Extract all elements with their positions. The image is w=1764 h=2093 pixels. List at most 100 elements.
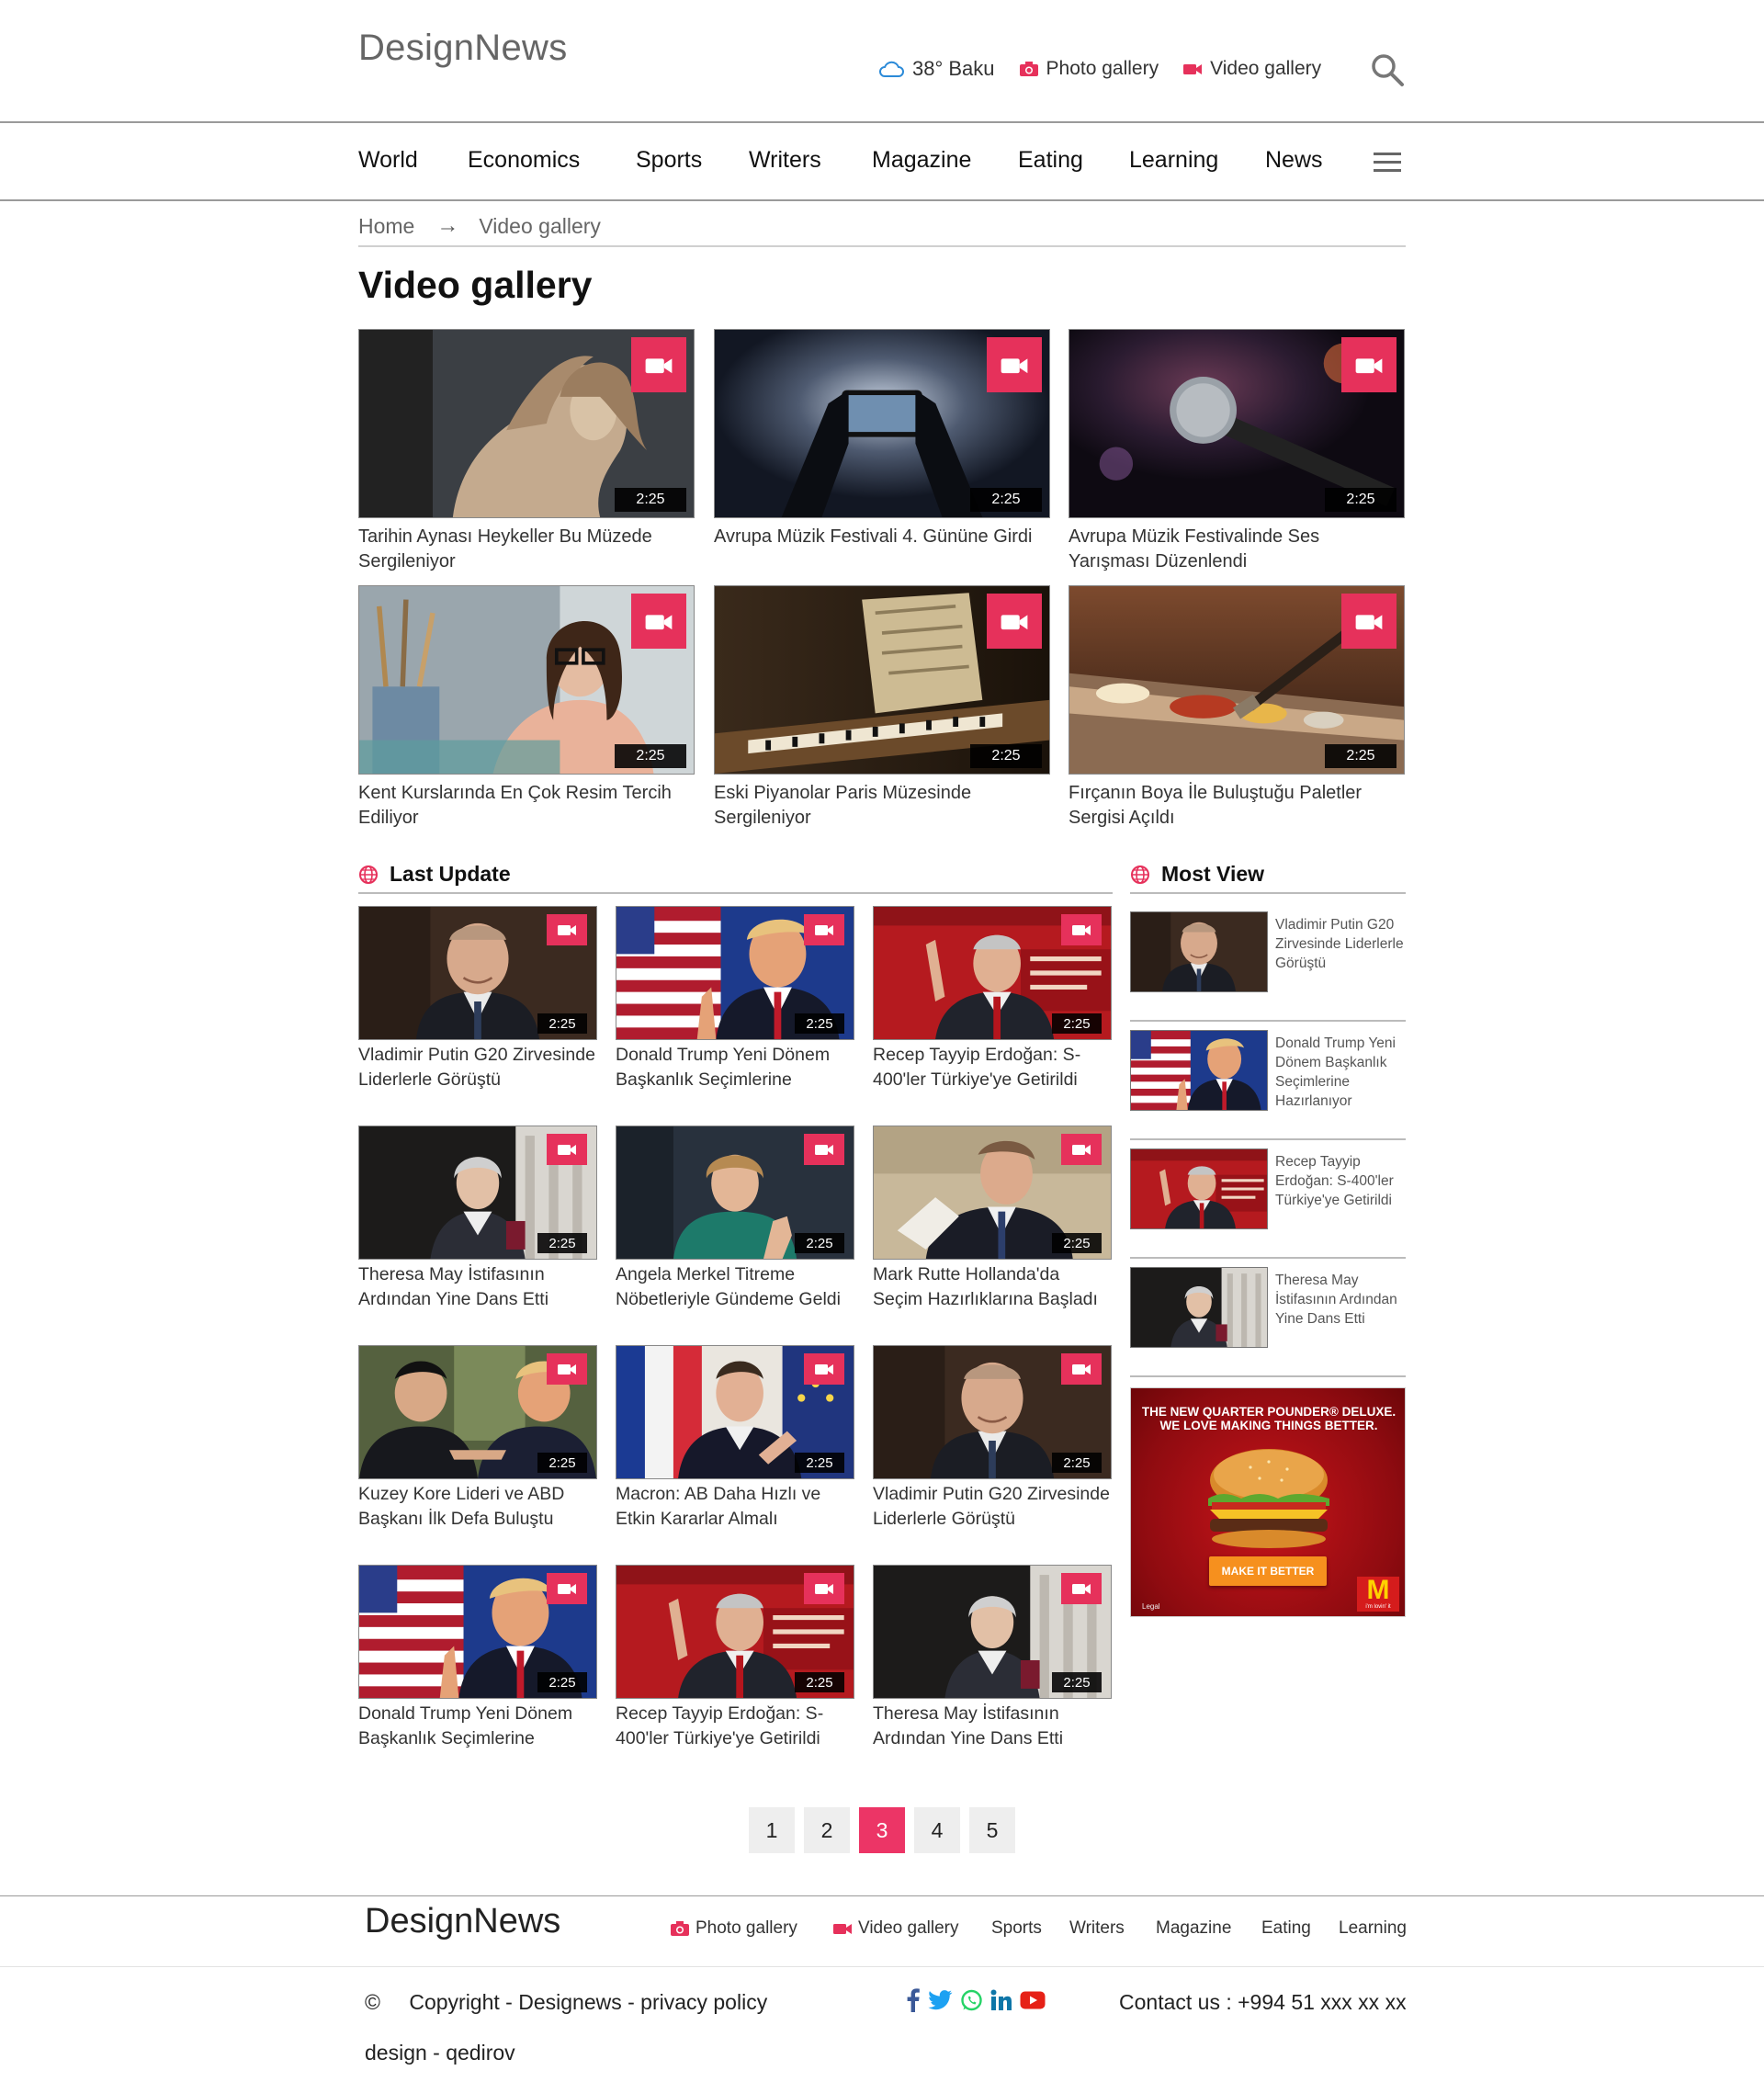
video-title[interactable]: Avrupa Müzik Festivalinde Ses Yarışması … bbox=[1069, 525, 1405, 574]
video-thumbnail[interactable]: 2:25 bbox=[358, 1345, 597, 1479]
video-title[interactable]: Theresa May İstifasının Ardından Yine Da… bbox=[358, 1262, 597, 1312]
gallery-card[interactable]: 2:25 Avrupa Müzik Festivali 4. Gününe Gir… bbox=[714, 329, 1050, 549]
page-button-5[interactable]: 5 bbox=[969, 1807, 1015, 1853]
footer-link-magazine[interactable]: Magazine bbox=[1156, 1918, 1231, 1939]
page-button-1[interactable]: 1 bbox=[749, 1807, 795, 1853]
page-button-4[interactable]: 4 bbox=[914, 1807, 960, 1853]
video-thumbnail[interactable]: 2:25 bbox=[358, 585, 695, 775]
video-thumbnail[interactable]: 2:25 bbox=[358, 906, 597, 1040]
most-view-item[interactable]: Theresa May İstifasının Ardından Yine Da… bbox=[1130, 1260, 1406, 1377]
nav-item-magazine[interactable]: Magazine bbox=[872, 147, 971, 174]
nav-item-sports[interactable]: Sports bbox=[636, 147, 702, 174]
video-thumbnail[interactable]: 2:25 bbox=[616, 1345, 854, 1479]
video-thumbnail[interactable]: 2:25 bbox=[616, 1565, 854, 1699]
list-item[interactable]: 2:25 Donald Trump Yeni Dönem Başkanlık Se… bbox=[358, 1565, 597, 1751]
most-view-title-text[interactable]: Theresa May İstifasının Ardından Yine Da… bbox=[1275, 1271, 1406, 1329]
youtube-icon[interactable] bbox=[1020, 1991, 1046, 2009]
gallery-card[interactable]: 2:25 Eski Piyanolar Paris Müzesinde Sergi… bbox=[714, 585, 1050, 831]
site-logo[interactable]: DesignNews bbox=[358, 28, 568, 69]
video-title[interactable]: Macron: AB Daha Hızlı ve Etkin Kararlar … bbox=[616, 1482, 854, 1532]
list-item[interactable]: 2:25 Recep Tayyip Erdoğan: S-400'ler Türk… bbox=[873, 906, 1112, 1092]
video-thumbnail[interactable]: 2:25 bbox=[873, 906, 1112, 1040]
video-title[interactable]: Vladimir Putin G20 Zirvesinde Liderlerle… bbox=[358, 1043, 597, 1092]
most-view-title-text[interactable]: Donald Trump Yeni Dönem Başkanlık Seçiml… bbox=[1275, 1034, 1406, 1111]
gallery-card[interactable]: 2:25 Fırçanın Boya İle Buluştuğu Paletler… bbox=[1069, 585, 1405, 831]
list-item[interactable]: 2:25 Vladimir Putin G20 Zirvesinde Liderl… bbox=[873, 1345, 1112, 1532]
video-thumbnail[interactable]: 2:25 bbox=[616, 906, 854, 1040]
video-thumbnail[interactable]: 2:25 bbox=[358, 1126, 597, 1260]
footer-logo[interactable]: DesignNews bbox=[365, 1902, 560, 1941]
most-view-item[interactable]: Vladimir Putin G20 Zirvesinde Liderlerle… bbox=[1130, 904, 1406, 1022]
video-thumbnail[interactable] bbox=[1130, 1030, 1268, 1111]
photo-gallery-link[interactable]: Photo gallery bbox=[1019, 58, 1159, 80]
list-item[interactable]: 2:25 Kuzey Kore Lideri ve ABD Başkanı İlk… bbox=[358, 1345, 597, 1532]
video-thumbnail[interactable]: 2:25 bbox=[1069, 585, 1405, 775]
facebook-icon[interactable] bbox=[906, 1988, 921, 2012]
footer-link-eating[interactable]: Eating bbox=[1261, 1918, 1311, 1939]
video-title[interactable]: Recep Tayyip Erdoğan: S-400'ler Türkiye'… bbox=[873, 1043, 1112, 1092]
video-thumbnail[interactable]: 2:25 bbox=[616, 1126, 854, 1260]
footer-link-video-gallery[interactable]: Video gallery bbox=[832, 1918, 959, 1939]
ad-cta-button[interactable]: MAKE IT BETTER bbox=[1209, 1556, 1327, 1586]
video-title[interactable]: Donald Trump Yeni Dönem Başkanlık Seçiml… bbox=[358, 1702, 597, 1751]
list-item[interactable]: 2:25 Vladimir Putin G20 Zirvesinde Liderl… bbox=[358, 906, 597, 1092]
video-thumbnail[interactable]: 2:25 bbox=[714, 585, 1050, 775]
video-title[interactable]: Mark Rutte Hollanda'da Seçim Hazırlıklar… bbox=[873, 1262, 1112, 1312]
video-title[interactable]: Theresa May İstifasının Ardından Yine Da… bbox=[873, 1702, 1112, 1751]
list-item[interactable]: 2:25 Theresa May İstifasının Ardından Yin… bbox=[873, 1565, 1112, 1751]
footer-link-writers[interactable]: Writers bbox=[1069, 1918, 1125, 1939]
video-thumbnail[interactable]: 2:25 bbox=[873, 1565, 1112, 1699]
search-icon[interactable] bbox=[1369, 51, 1406, 88]
video-title[interactable]: Avrupa Müzik Festivali 4. Gününe Girdi bbox=[714, 525, 1050, 549]
video-thumbnail[interactable]: 2:25 bbox=[358, 329, 695, 518]
gallery-card[interactable]: 2:25 Kent Kurslarında En Çok Resim Tercih… bbox=[358, 585, 695, 831]
video-thumbnail[interactable] bbox=[1130, 911, 1268, 992]
video-thumbnail[interactable] bbox=[1130, 1267, 1268, 1348]
video-title[interactable]: Kuzey Kore Lideri ve ABD Başkanı İlk Def… bbox=[358, 1482, 597, 1532]
video-thumbnail[interactable]: 2:25 bbox=[873, 1126, 1112, 1260]
video-title[interactable]: Eski Piyanolar Paris Müzesinde Sergileni… bbox=[714, 781, 1050, 831]
contact-info[interactable]: Contact us : +994 51 xxx xx xx bbox=[1119, 1990, 1407, 2015]
menu-icon[interactable] bbox=[1374, 153, 1401, 173]
video-thumbnail[interactable]: 2:25 bbox=[873, 1345, 1112, 1479]
list-item[interactable]: 2:25 Angela Merkel Titreme Nöbetleriyle G… bbox=[616, 1126, 854, 1312]
most-view-title-text[interactable]: Vladimir Putin G20 Zirvesinde Liderlerle… bbox=[1275, 915, 1406, 973]
video-gallery-link[interactable]: Video gallery bbox=[1182, 58, 1321, 80]
twitter-icon[interactable] bbox=[928, 1990, 953, 2010]
gallery-card[interactable]: 2:25 Tarihin Aynası Heykeller Bu Müzede S… bbox=[358, 329, 695, 574]
video-title[interactable]: Donald Trump Yeni Dönem Başkanlık Seçiml… bbox=[616, 1043, 854, 1092]
list-item[interactable]: 2:25 Recep Tayyip Erdoğan: S-400'ler Türk… bbox=[616, 1565, 854, 1751]
whatsapp-icon[interactable] bbox=[960, 1989, 983, 2012]
nav-item-writers[interactable]: Writers bbox=[749, 147, 821, 174]
footer-link-learning[interactable]: Learning bbox=[1339, 1918, 1407, 1939]
video-title[interactable]: Fırçanın Boya İle Buluştuğu Paletler Ser… bbox=[1069, 781, 1405, 831]
footer-link-photo-gallery[interactable]: Photo gallery bbox=[670, 1918, 797, 1939]
most-view-item[interactable]: Donald Trump Yeni Dönem Başkanlık Seçiml… bbox=[1130, 1023, 1406, 1140]
video-title[interactable]: Kent Kurslarında En Çok Resim Tercih Edi… bbox=[358, 781, 695, 831]
list-item[interactable]: 2:25 Donald Trump Yeni Dönem Başkanlık Se… bbox=[616, 906, 854, 1092]
most-view-title-text[interactable]: Recep Tayyip Erdoğan: S-400'ler Türkiye'… bbox=[1275, 1152, 1406, 1210]
video-title[interactable]: Recep Tayyip Erdoğan: S-400'ler Türkiye'… bbox=[616, 1702, 854, 1751]
list-item[interactable]: 2:25 Theresa May İstifasının Ardından Yin… bbox=[358, 1126, 597, 1312]
video-title[interactable]: Tarihin Aynası Heykeller Bu Müzede Sergi… bbox=[358, 525, 695, 574]
list-item[interactable]: 2:25 Mark Rutte Hollanda'da Seçim Hazırlı… bbox=[873, 1126, 1112, 1312]
video-title[interactable]: Vladimir Putin G20 Zirvesinde Liderlerle… bbox=[873, 1482, 1112, 1532]
copyright-text[interactable]: Copyright - Designews - privacy policy bbox=[409, 1990, 767, 2014]
list-item[interactable]: 2:25 Macron: AB Daha Hızlı ve Etkin Karar… bbox=[616, 1345, 854, 1532]
most-view-item[interactable]: Recep Tayyip Erdoğan: S-400'ler Türkiye'… bbox=[1130, 1141, 1406, 1259]
nav-item-eating[interactable]: Eating bbox=[1018, 147, 1083, 174]
page-button-2[interactable]: 2 bbox=[804, 1807, 850, 1853]
advertisement-banner[interactable]: THE NEW QUARTER POUNDER® DELUXE. WE LOVE… bbox=[1130, 1387, 1406, 1617]
video-title[interactable]: Angela Merkel Titreme Nöbetleriyle Günde… bbox=[616, 1262, 854, 1312]
linkedin-icon[interactable] bbox=[990, 1989, 1012, 2011]
nav-item-economics[interactable]: Economics bbox=[468, 147, 580, 174]
video-thumbnail[interactable]: 2:25 bbox=[358, 1565, 597, 1699]
nav-item-news[interactable]: News bbox=[1265, 147, 1323, 174]
breadcrumb-home[interactable]: Home bbox=[358, 214, 414, 239]
video-thumbnail[interactable] bbox=[1130, 1148, 1268, 1229]
video-thumbnail[interactable]: 2:25 bbox=[1069, 329, 1405, 518]
page-button-3[interactable]: 3 bbox=[859, 1807, 905, 1853]
nav-item-learning[interactable]: Learning bbox=[1129, 147, 1218, 174]
nav-item-world[interactable]: World bbox=[358, 147, 418, 174]
footer-link-sports[interactable]: Sports bbox=[991, 1918, 1042, 1939]
